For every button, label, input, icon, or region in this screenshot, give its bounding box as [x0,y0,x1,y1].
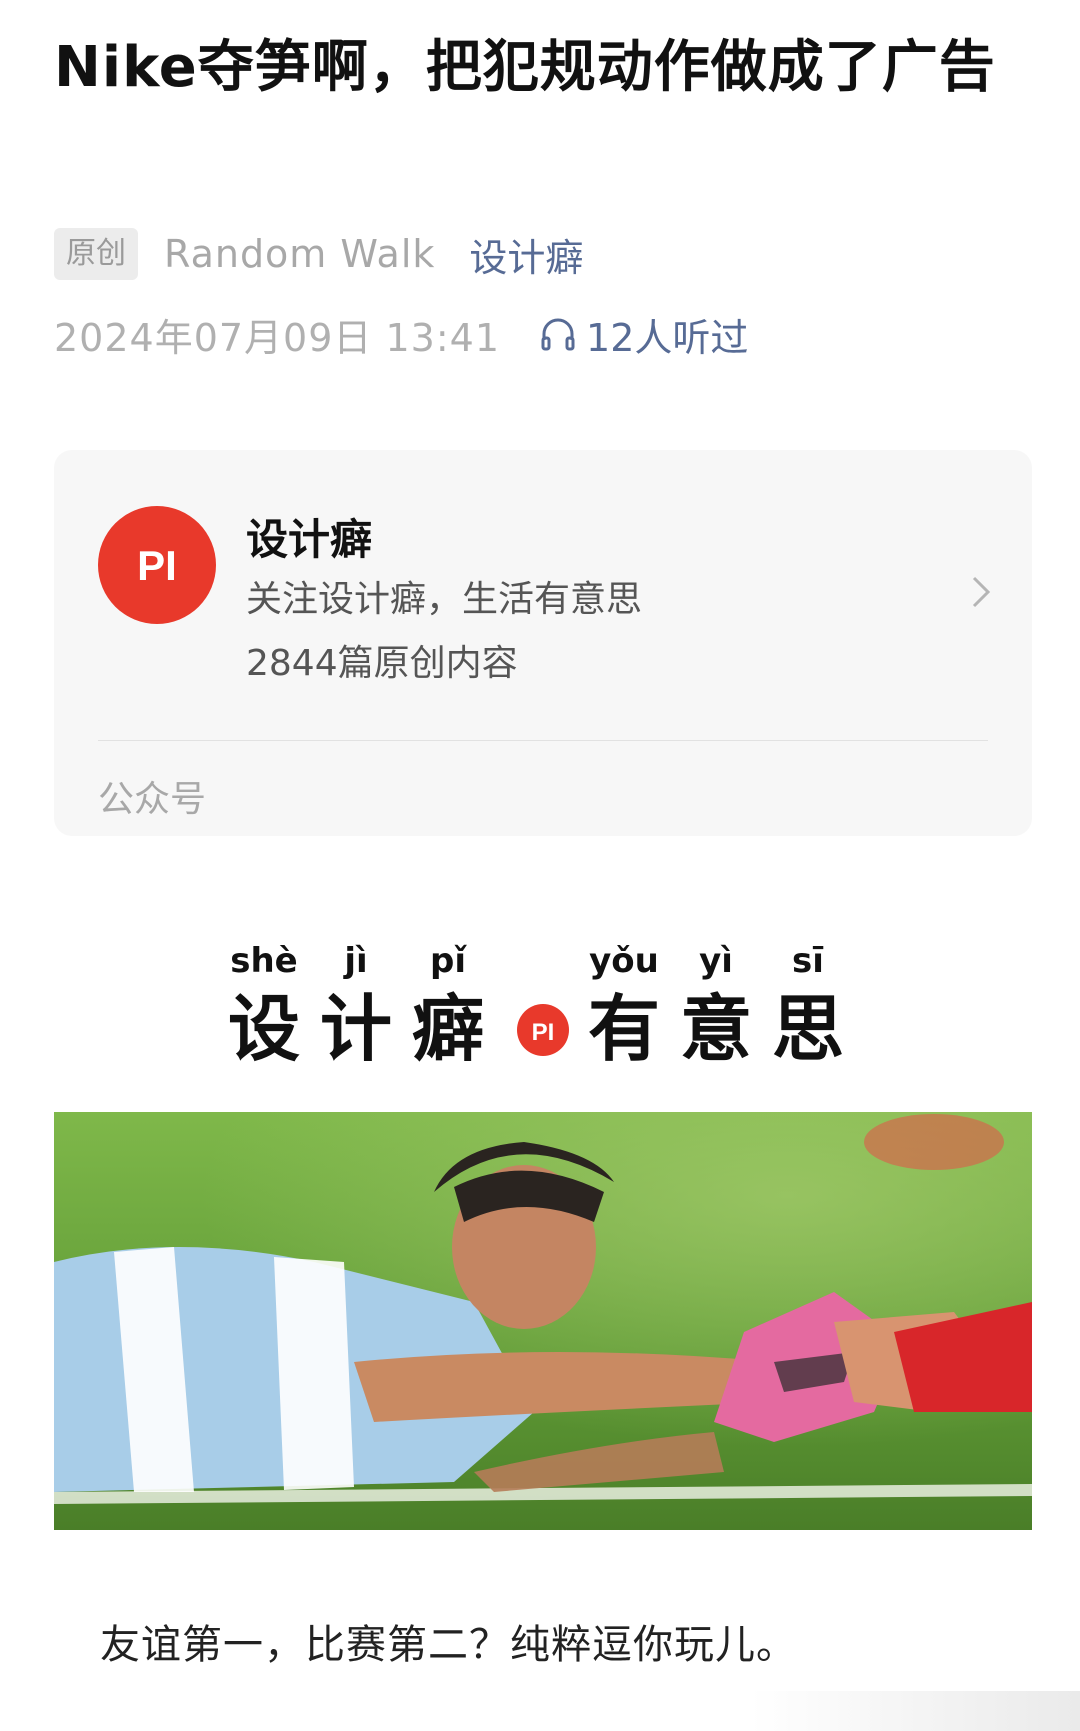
account-name: 设计癖 [246,515,373,564]
watermark [750,1691,1080,1731]
banner-pinyin-1: shè [230,941,298,981]
original-badge: 原创 [54,228,138,280]
card-divider [98,740,988,741]
banner-char-1: 设 [228,987,300,1070]
account-description: 关注设计癖，生活有意思 [246,579,643,620]
chevron-right-icon [972,576,991,608]
banner-pinyin-6: sī [792,941,824,981]
banner-char-4: 有 [588,987,660,1070]
account-type-label: 公众号 [98,779,207,820]
banner-pinyin-3: pǐ [430,941,467,981]
publish-date: 2024年07月09日 13:41 [54,315,501,360]
account-profile-card[interactable]: PI 设计癖 关注设计癖，生活有意思 2844篇原创内容 公众号 [54,450,1032,836]
brand-banner: shè jì pǐ yǒu yì sī 设 计 癖 有 意 思 PI [228,941,844,1070]
banner-char-2: 计 [320,987,392,1070]
hero-photo [54,1112,1032,1530]
account-original-count: 2844篇原创内容 [246,643,518,684]
pi-logo-icon: PI [137,542,177,589]
listen-count: 12人听过 [586,315,749,360]
banner-pinyin-2: jì [342,941,367,981]
account-avatar: PI [98,506,216,624]
banner-pinyin-5: yì [699,941,733,981]
banner-char-3: 癖 [412,987,484,1070]
article-title: Nike夺笋啊，把犯规动作做成了广告 [54,35,996,100]
svg-text:PI: PI [137,542,177,589]
article-paragraph: 友谊第一，比赛第二？纯粹逗你玩儿。 [100,1622,797,1668]
author-name: Random Walk [164,232,436,276]
article-meta: 原创 Random Walk 设计癖 [54,226,583,282]
listen-button[interactable]: 12人听过 [538,307,748,362]
banner-pinyin-4: yǒu [589,941,659,981]
headphones-icon [541,318,575,351]
banner-char-5: 意 [680,987,752,1070]
banner-char-6: 思 [772,987,844,1070]
article-meta-secondary: 2024年07月09日 13:41 12人听过 [54,306,748,362]
account-name-link[interactable]: 设计癖 [469,227,583,282]
banner-logo-text: PI [532,1019,555,1046]
